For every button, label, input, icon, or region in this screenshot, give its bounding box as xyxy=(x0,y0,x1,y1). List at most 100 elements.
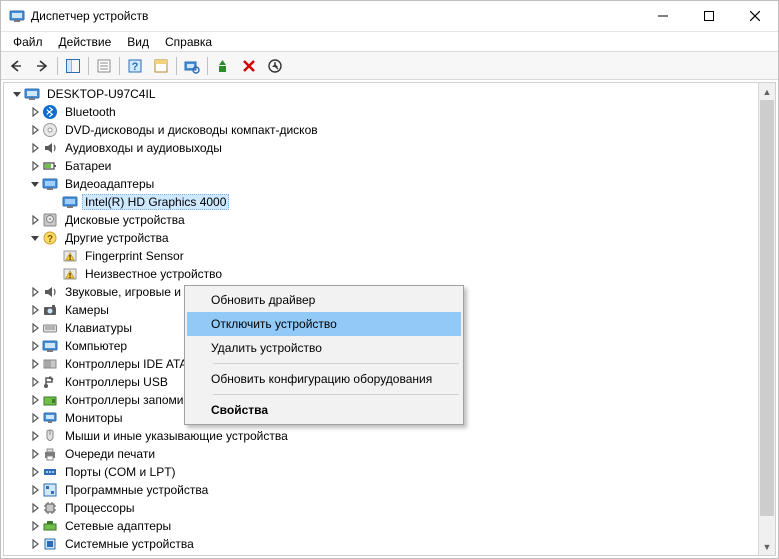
scan-hardware-button[interactable] xyxy=(180,54,204,78)
tree-root[interactable]: DESKTOP-U97C4IL xyxy=(8,85,758,103)
tree-category-bluetooth[interactable]: Bluetooth xyxy=(8,103,758,121)
menu-action[interactable]: Действие xyxy=(51,33,120,51)
context-menu-item[interactable]: Отключить устройство xyxy=(187,312,461,336)
expand-icon[interactable] xyxy=(28,411,42,425)
tree-category-label: Мыши и иные указывающие устройства xyxy=(62,428,291,444)
expand-icon[interactable] xyxy=(28,393,42,407)
tree-device[interactable]: !Неизвестное устройство xyxy=(8,265,758,283)
tree-category-mice[interactable]: Мыши и иные указывающие устройства xyxy=(8,427,758,445)
collapse-icon[interactable] xyxy=(28,177,42,191)
tree-category-label: Сетевые адаптеры xyxy=(62,518,174,534)
expand-icon[interactable] xyxy=(28,105,42,119)
menu-bar: Файл Действие Вид Справка xyxy=(1,32,778,52)
expand-icon[interactable] xyxy=(28,375,42,389)
tree-category-disks[interactable]: Дисковые устройства xyxy=(8,211,758,229)
vertical-scrollbar[interactable]: ▲ ▼ xyxy=(758,83,775,555)
expand-icon[interactable] xyxy=(28,303,42,317)
network-icon xyxy=(42,518,58,534)
minimize-button[interactable] xyxy=(640,1,686,31)
menu-file[interactable]: Файл xyxy=(5,33,51,51)
other-icon: ? xyxy=(42,230,58,246)
mouse-icon xyxy=(42,428,58,444)
expand-icon[interactable] xyxy=(28,501,42,515)
context-menu-item[interactable]: Обновить конфигурацию оборудования xyxy=(187,367,461,391)
context-menu-item[interactable]: Свойства xyxy=(187,398,461,422)
expand-icon[interactable] xyxy=(28,285,42,299)
back-button[interactable] xyxy=(4,54,28,78)
tree-device[interactable]: ! Fingerprint Sensor xyxy=(8,247,758,265)
expand-icon[interactable] xyxy=(28,159,42,173)
toolbar: ? xyxy=(1,52,778,80)
expand-icon[interactable] xyxy=(28,429,42,443)
tree-device[interactable]: Intel(R) HD Graphics 4000 xyxy=(8,193,758,211)
monitor-icon xyxy=(42,410,58,426)
expand-icon[interactable] xyxy=(28,465,42,479)
expand-icon[interactable] xyxy=(28,483,42,497)
expand-icon[interactable] xyxy=(28,339,42,353)
help-button[interactable]: ? xyxy=(123,54,147,78)
maximize-button[interactable] xyxy=(686,1,732,31)
update-driver-button[interactable] xyxy=(211,54,235,78)
warning-icon: ! xyxy=(62,266,78,282)
tree-category-audio[interactable]: Аудиовходы и аудиовыходы xyxy=(8,139,758,157)
system-icon xyxy=(42,536,58,552)
tree-category-cpu[interactable]: Процессоры xyxy=(8,499,758,517)
tree-category-printq[interactable]: Очереди печати xyxy=(8,445,758,463)
tree-category-network[interactable]: Сетевые адаптеры xyxy=(8,517,758,535)
disable-button[interactable] xyxy=(263,54,287,78)
tree-category-battery[interactable]: Батареи xyxy=(8,157,758,175)
expand-icon[interactable] xyxy=(28,519,42,533)
expand-icon[interactable] xyxy=(28,141,42,155)
expand-icon[interactable] xyxy=(28,321,42,335)
scroll-down-button[interactable]: ▼ xyxy=(759,538,775,555)
tree-category-label: DVD-дисководы и дисководы компакт-дисков xyxy=(62,122,321,138)
scroll-track[interactable] xyxy=(759,100,775,538)
tree-category-label: Порты (COM и LPT) xyxy=(62,464,179,480)
expand-icon[interactable] xyxy=(28,537,42,551)
app-icon xyxy=(9,8,25,24)
menu-view[interactable]: Вид xyxy=(119,33,157,51)
collapse-icon[interactable] xyxy=(10,87,24,101)
context-menu-item-label: Обновить конфигурацию оборудования xyxy=(211,372,432,386)
main-area: DESKTOP-U97C4ILBluetoothDVD-дисководы и … xyxy=(3,82,776,556)
scroll-up-button[interactable]: ▲ xyxy=(759,83,775,100)
tree-category-system[interactable]: Системные устройства xyxy=(8,535,758,553)
expand-icon[interactable] xyxy=(28,447,42,461)
tree-category-label: Программные устройства xyxy=(62,482,211,498)
tree-category-ports[interactable]: Порты (COM и LPT) xyxy=(8,463,758,481)
context-menu-item-label: Удалить устройство xyxy=(211,341,322,355)
tree-category-software[interactable]: Программные устройства xyxy=(8,481,758,499)
action-button[interactable] xyxy=(149,54,173,78)
menu-help[interactable]: Справка xyxy=(157,33,220,51)
context-menu-item[interactable]: Удалить устройство xyxy=(187,336,461,360)
tree-device-label: Fingerprint Sensor xyxy=(82,248,187,264)
tree-category-display[interactable]: Видеоадаптеры xyxy=(8,175,758,193)
context-menu: Обновить драйверОтключить устройство Удал… xyxy=(184,285,464,425)
collapse-icon[interactable] xyxy=(28,231,42,245)
printer-icon xyxy=(42,446,58,462)
port-icon xyxy=(42,464,58,480)
forward-button[interactable] xyxy=(30,54,54,78)
uninstall-button[interactable] xyxy=(237,54,261,78)
tree-category-other[interactable]: ?Другие устройства xyxy=(8,229,758,247)
expand-icon[interactable] xyxy=(28,213,42,227)
show-hide-tree-button[interactable] xyxy=(61,54,85,78)
tree-category-label: Камеры xyxy=(62,302,112,318)
computer-icon xyxy=(42,338,58,354)
expand-icon[interactable] xyxy=(28,123,42,137)
expand-icon[interactable] xyxy=(28,357,42,371)
tree-category-dvd[interactable]: DVD-дисководы и дисководы компакт-дисков xyxy=(8,121,758,139)
ide-icon xyxy=(42,356,58,372)
disk-icon xyxy=(42,212,58,228)
context-menu-item-label: Свойства xyxy=(211,403,268,417)
scroll-thumb[interactable] xyxy=(760,100,774,516)
context-menu-item[interactable]: Обновить драйвер xyxy=(187,288,461,312)
camera-icon xyxy=(42,302,58,318)
warning-icon: ! xyxy=(62,248,78,264)
software-icon xyxy=(42,482,58,498)
title-bar: Диспетчер устройств xyxy=(1,1,778,32)
display-icon xyxy=(42,176,58,192)
svg-text:!: ! xyxy=(69,255,71,262)
close-button[interactable] xyxy=(732,1,778,31)
properties-button[interactable] xyxy=(92,54,116,78)
